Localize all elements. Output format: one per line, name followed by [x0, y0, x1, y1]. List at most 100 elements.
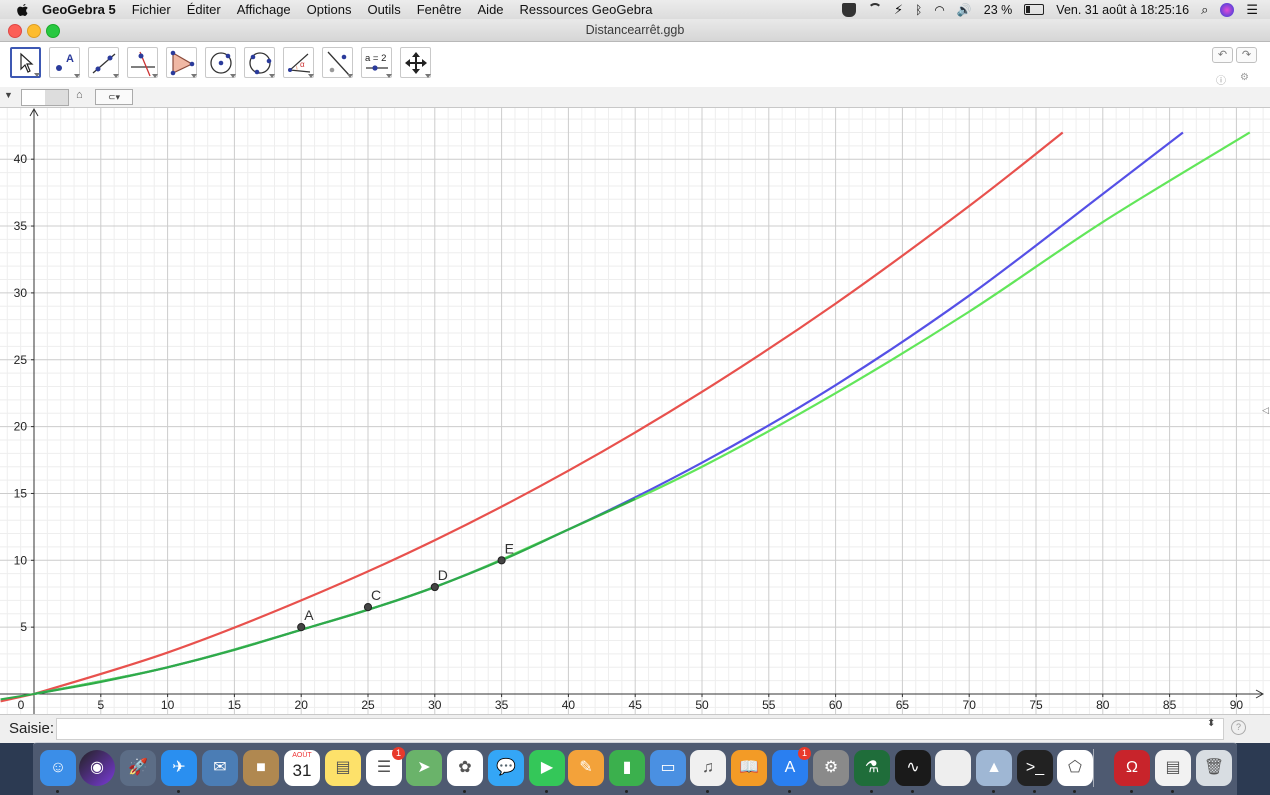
redo-button[interactable]: ↷	[1236, 47, 1257, 63]
circle-three-points-tool-button[interactable]	[244, 47, 275, 78]
menu-options[interactable]: Options	[307, 2, 352, 17]
style-bar: ▼ ⌂ ⊂▾	[0, 87, 1270, 108]
move-view-tool-button[interactable]	[400, 47, 431, 78]
point-tool-button[interactable]: A	[49, 47, 80, 78]
undo-button[interactable]: ↶	[1212, 47, 1233, 63]
menu-ressources[interactable]: Ressources GeoGebra	[520, 2, 653, 17]
messages-icon[interactable]: 💬	[488, 750, 524, 786]
calendar-month: AOÛT	[292, 752, 312, 759]
input-bar: Saisie: ⬍ ?	[0, 714, 1270, 743]
notification-center-icon[interactable]: ☰	[1246, 2, 1258, 18]
terminal-icon[interactable]: >_	[1017, 750, 1053, 786]
wifi-icon[interactable]: ◠	[934, 3, 944, 17]
x-tick-label: 10	[161, 698, 175, 712]
circle-center-tool-button[interactable]	[205, 47, 236, 78]
running-indicator	[870, 790, 873, 793]
toolbar: A α a = 2 ↶ ↷ ⓘ ⚙	[0, 42, 1270, 87]
graphics-view[interactable]: 0 5 10 15 20 25 30 35 40 45 50 55 60 65 70 75 80 85 90 5 10 1…	[0, 108, 1270, 714]
bolt-icon[interactable]: ⚡	[894, 2, 903, 18]
x-tick-label: 90	[1230, 698, 1244, 712]
stylebar-toggle-icon[interactable]: ▼	[4, 90, 13, 100]
preview-icon[interactable]: ✉	[202, 750, 238, 786]
side-panel-toggle[interactable]: ◁	[1262, 405, 1269, 416]
maps-icon[interactable]: ➤	[406, 750, 442, 786]
menu-affichage[interactable]: Affichage	[237, 2, 291, 17]
reminders-icon[interactable]: ☰ 1	[366, 747, 405, 786]
spotlight-icon[interactable]: ⌕	[1201, 2, 1208, 18]
point-D	[430, 582, 439, 592]
menu-outils[interactable]: Outils	[367, 2, 400, 17]
slider-tool-button[interactable]: a = 2	[361, 47, 392, 78]
activity-monitor-icon[interactable]: ∿	[895, 750, 931, 786]
numbers-icon[interactable]: ▮	[609, 750, 645, 786]
volume-icon[interactable]: 🔊	[957, 3, 972, 17]
textedit-icon[interactable]: ▤	[1155, 750, 1191, 786]
apple-icon[interactable]	[16, 3, 30, 17]
point-capture-dropdown[interactable]: ⊂▾	[95, 89, 133, 105]
pages-icon[interactable]: ✎	[568, 750, 604, 786]
notification-badge: 1	[798, 747, 811, 760]
input-history-spinner[interactable]: ⬍	[1207, 718, 1215, 729]
blank-document-icon[interactable]	[935, 750, 971, 786]
input-help-icon[interactable]: ?	[1231, 720, 1246, 735]
bluetooth-icon[interactable]: ᛒ	[915, 3, 922, 17]
tick-labels: 0 5 10 15 20 25 30 35 40 45 50 55 60 65 70 75 80 85 90 5 10 1…	[14, 152, 1244, 712]
dock-separator	[1093, 749, 1094, 787]
launchpad-icon[interactable]: 🚀	[120, 750, 156, 786]
battery-percent[interactable]: 23 %	[984, 3, 1013, 17]
trash-icon[interactable]: 🗑	[1196, 750, 1232, 786]
plot-canvas[interactable]: 0 5 10 15 20 25 30 35 40 45 50 55 60 65 70 75 80 85 90 5 10 1…	[0, 108, 1270, 714]
curve-3	[33, 497, 636, 696]
geogebra-icon[interactable]: ⬠	[1057, 750, 1093, 786]
menu-fenetre[interactable]: Fenêtre	[417, 2, 462, 17]
reflect-tool-button[interactable]	[322, 47, 353, 78]
dock: ☺ ◉ 🚀 ✈ ✉ ■ AOÛT 31 ▤ ☰ 1 ➤ ✿ 💬 ▶ ✎ ▮ ▭ ♫ 📖 A 1 ⚙ ⚗ ∿ ▲ >_ ⬠ Ω ▤ 🗑	[33, 742, 1237, 795]
photos-icon[interactable]: ✿	[447, 750, 483, 786]
app-menu[interactable]: GeoGebra 5	[42, 2, 116, 17]
calendar-icon[interactable]: AOÛT 31	[284, 750, 320, 786]
running-indicator	[1073, 790, 1076, 793]
gear-icon[interactable]: ⚙	[1240, 72, 1249, 83]
axes-grid-toggle[interactable]	[21, 89, 69, 106]
geogebra-flask-icon[interactable]: ⚗	[854, 750, 890, 786]
contacts-icon[interactable]: ■	[243, 750, 279, 786]
wifi-scan-icon[interactable]	[868, 2, 883, 17]
notes-icon[interactable]: ▤	[325, 750, 361, 786]
menu-fichier[interactable]: Fichier	[132, 2, 171, 17]
siri-icon[interactable]: ◉	[79, 750, 115, 786]
finder-icon[interactable]: ☺	[40, 750, 76, 786]
shield-icon[interactable]	[842, 2, 857, 17]
x-tick-label: 40	[562, 698, 576, 712]
x-tick-label: 15	[228, 698, 242, 712]
polygon-tool-button[interactable]	[166, 47, 197, 78]
x-tick-label: 70	[963, 698, 977, 712]
help-icon[interactable]: ⓘ	[1216, 72, 1226, 87]
system-preferences-icon[interactable]: ⚙	[813, 750, 849, 786]
y-tick-label: 15	[14, 486, 28, 500]
svg-text:α: α	[300, 60, 305, 69]
preview2-icon[interactable]: ▲	[976, 750, 1012, 786]
running-indicator	[177, 790, 180, 793]
facetime-icon[interactable]: ▶	[529, 750, 565, 786]
safari-icon[interactable]: ✈	[161, 750, 197, 786]
menu-aide[interactable]: Aide	[478, 2, 504, 17]
y-tick-label: 30	[14, 286, 28, 300]
move-tool-button[interactable]	[10, 47, 41, 78]
books-icon[interactable]: 📖	[731, 750, 767, 786]
perpendicular-tool-button[interactable]	[127, 47, 158, 78]
point-label-C: C	[371, 587, 381, 603]
point-label-D: D	[438, 567, 448, 583]
clock[interactable]: Ven. 31 août à 18:25:16	[1056, 3, 1189, 17]
running-indicator	[56, 790, 59, 793]
home-icon[interactable]: ⌂	[76, 89, 83, 101]
app-store-icon[interactable]: A1	[772, 747, 811, 786]
keynote-icon[interactable]: ▭	[650, 750, 686, 786]
angle-tool-button[interactable]: α	[283, 47, 314, 78]
battery-icon[interactable]	[1024, 4, 1045, 15]
siri-menu-icon[interactable]	[1220, 2, 1235, 17]
pdf-reader-icon[interactable]: Ω	[1114, 750, 1150, 786]
input-field[interactable]	[56, 718, 1224, 740]
line-tool-button[interactable]	[88, 47, 119, 78]
menu-editer[interactable]: Éditer	[187, 2, 221, 17]
itunes-icon[interactable]: ♫	[690, 750, 726, 786]
